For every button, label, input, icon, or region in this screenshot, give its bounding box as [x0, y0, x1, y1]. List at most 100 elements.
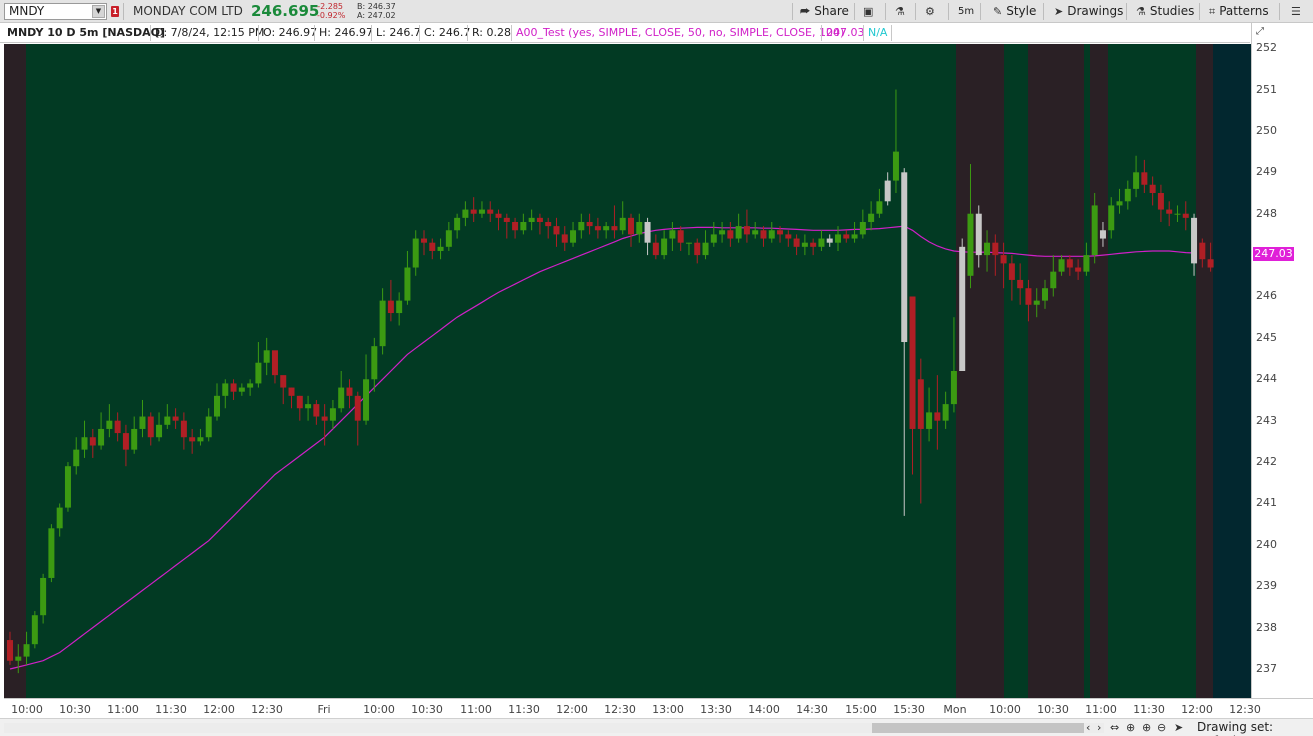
scroll-right-icon[interactable]: ›	[1097, 721, 1101, 734]
candle-body	[512, 221, 519, 231]
candle-body	[652, 242, 659, 256]
candle	[462, 201, 469, 227]
candle	[106, 404, 113, 438]
candle	[363, 354, 370, 425]
candle-body	[859, 221, 866, 235]
candle	[263, 337, 270, 376]
bid-value: B: 246.37	[357, 2, 396, 11]
studies-button[interactable]: ⚗ Studies	[1136, 2, 1194, 21]
time-tick-label: 12:00	[203, 703, 235, 716]
chart-title[interactable]: MNDY 10 D 5m [NASDAQ]	[7, 26, 165, 40]
candle	[652, 234, 659, 260]
zoom-in-icon[interactable]: ⊕	[1142, 721, 1151, 734]
candle-body	[785, 234, 792, 239]
candle	[470, 197, 477, 222]
candle	[131, 416, 138, 454]
session-band	[1196, 44, 1213, 698]
header-divider	[150, 25, 151, 41]
candle-body	[892, 151, 899, 181]
time-axis[interactable]: 10:00 10:30 11:00 11:30 12:00 12:30 Fri 10:00 10…	[4, 698, 1313, 718]
candle-body	[114, 420, 121, 434]
candle	[892, 89, 899, 194]
candle	[40, 573, 47, 624]
time-tick-label: 15:30	[893, 703, 925, 716]
candle-body	[64, 466, 71, 508]
candle	[710, 221, 717, 247]
candle	[271, 350, 278, 384]
flask-button[interactable]: ⚗	[895, 2, 905, 21]
price-tick-label: 251	[1256, 82, 1277, 96]
horizontal-scrollbar[interactable]	[4, 723, 1104, 733]
candle-body	[106, 420, 113, 429]
drawing-set-label[interactable]: Drawing set: Default	[1197, 720, 1313, 736]
alert-badge[interactable]: 1	[111, 6, 119, 17]
time-tick-label: 13:30	[700, 703, 732, 716]
candle	[222, 379, 229, 409]
candle-body	[40, 577, 47, 616]
expand-horizontal-icon[interactable]: ⇔	[1110, 721, 1119, 734]
candle	[603, 221, 610, 239]
snapshot-button[interactable]: ▣	[863, 2, 873, 21]
candle	[520, 213, 527, 235]
candle-body	[810, 242, 817, 247]
chart-area[interactable]	[4, 44, 1251, 698]
scroll-left-icon[interactable]: ‹	[1086, 721, 1090, 734]
candle	[586, 213, 593, 235]
candle-body	[545, 221, 552, 227]
candle-body	[586, 221, 593, 227]
candle	[843, 230, 850, 243]
symbol-input[interactable]: MNDY ▼	[4, 3, 107, 20]
candle	[387, 279, 394, 322]
candle	[545, 217, 552, 239]
candle	[1008, 255, 1015, 301]
candle-body	[992, 242, 999, 256]
candle	[810, 238, 817, 256]
candle	[214, 383, 220, 421]
price-chart[interactable]	[4, 44, 1251, 698]
drawings-button[interactable]: ➤ Drawings	[1054, 2, 1123, 21]
candle	[189, 428, 196, 454]
scrollbar-thumb[interactable]	[872, 723, 1084, 733]
style-button[interactable]: ✎ Style	[993, 2, 1036, 21]
candle-body	[1017, 279, 1024, 289]
candle	[536, 213, 543, 235]
study-label[interactable]: A00_Test (yes, SIMPLE, CLOSE, 50, no, SI…	[516, 26, 844, 40]
price-axis[interactable]: 2522512502492482472462452442432422412402…	[1251, 23, 1313, 698]
menu-button[interactable]: ☰	[1291, 2, 1301, 21]
candle-body	[1033, 300, 1040, 305]
candle-body	[677, 230, 684, 243]
candle	[619, 201, 626, 235]
chevron-down-icon[interactable]: ▼	[92, 5, 105, 18]
candle-body	[429, 242, 436, 251]
aggregation-button[interactable]: 5m	[958, 2, 974, 21]
candle	[495, 209, 502, 231]
time-tick-label: 12:30	[604, 703, 636, 716]
candle-body	[909, 296, 916, 429]
candle	[329, 399, 336, 429]
crosshair-icon[interactable]: ⊕	[1126, 721, 1135, 734]
candle	[98, 412, 105, 450]
candle	[926, 387, 933, 442]
zoom-out-icon[interactable]: ⊖	[1157, 721, 1166, 734]
candle-body	[917, 379, 924, 429]
study-price-tag: 247.03	[1253, 246, 1294, 261]
candle	[1124, 180, 1131, 210]
company-name: MONDAY COM LTD	[133, 4, 243, 18]
candle-body	[752, 230, 759, 235]
candle	[230, 379, 237, 400]
candle	[313, 399, 320, 425]
share-button[interactable]: ⮫ Share	[800, 2, 849, 21]
expand-icon[interactable]: ⤢	[1256, 26, 1264, 37]
patterns-button[interactable]: ⌗ Patterns	[1209, 2, 1269, 21]
candle-body	[934, 412, 941, 421]
candle	[661, 230, 668, 260]
toolbar-divider	[948, 3, 949, 20]
candle-body	[271, 350, 278, 376]
cursor-icon[interactable]: ➤	[1174, 721, 1183, 734]
candle	[478, 201, 485, 218]
candle-body	[669, 230, 676, 239]
header-divider	[419, 25, 420, 41]
candle	[644, 217, 651, 256]
settings-button[interactable]: ⚙	[925, 2, 935, 21]
time-tick-label: 14:00	[748, 703, 780, 716]
